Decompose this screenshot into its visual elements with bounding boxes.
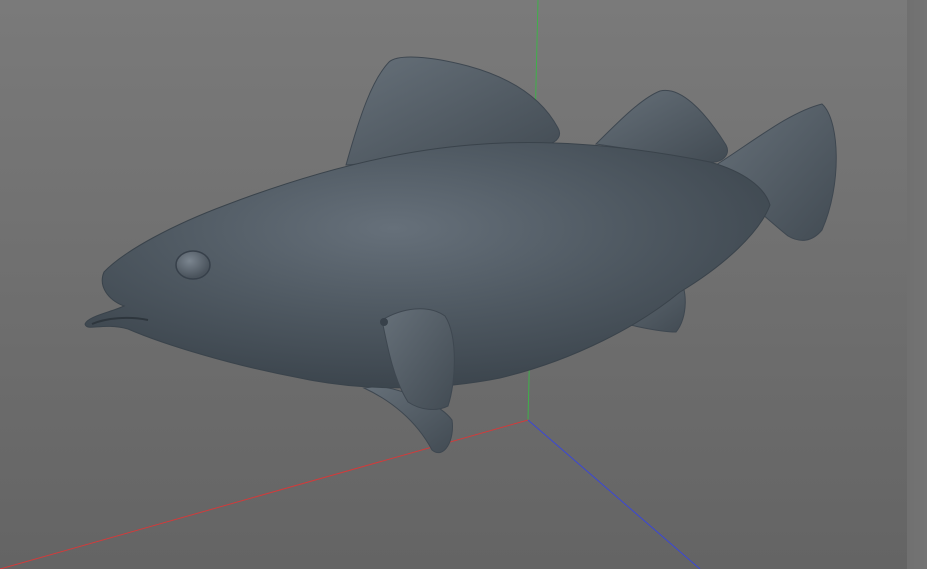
fin-base-dimple: [380, 318, 388, 326]
viewport-right-edge: [907, 0, 927, 569]
fish-eye: [175, 250, 211, 280]
3d-viewport[interactable]: [0, 0, 927, 569]
viewport-canvas[interactable]: [0, 0, 927, 569]
